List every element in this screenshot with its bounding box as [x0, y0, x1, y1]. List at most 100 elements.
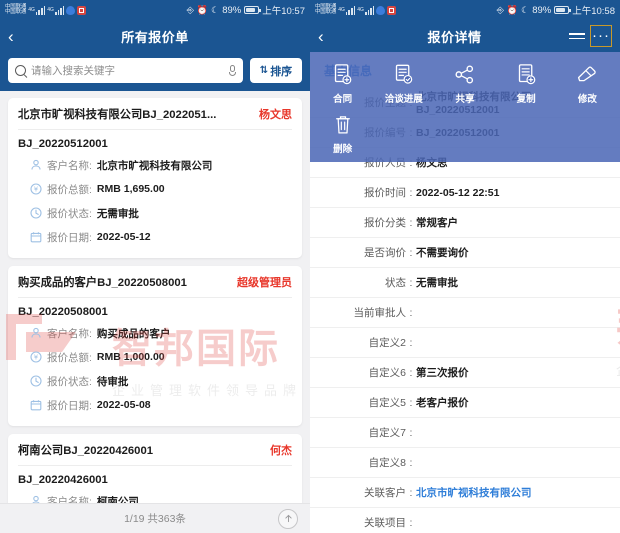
row-value: 不需要询价	[416, 247, 469, 259]
list-footer: 1/19 共363条	[0, 503, 310, 533]
row-value: 购买成品的客户	[96, 327, 171, 340]
row-label: 报价状态:	[47, 207, 92, 220]
row-label: 客户名称:	[47, 159, 92, 172]
app-badge-icon	[66, 5, 76, 15]
row-value: 2022-05-12	[96, 231, 151, 243]
row-value: RMB 1,695.00	[96, 183, 165, 195]
table-row: 状态 : 无需审批	[310, 268, 620, 298]
nav-actions: ···	[569, 25, 612, 47]
calendar-icon	[30, 231, 42, 243]
status-bar-right-group: ⎆ ⏰ ☾ 89% 上午10:58	[497, 3, 615, 18]
svg-text:¥: ¥	[34, 354, 38, 362]
row-colon: :	[409, 486, 413, 499]
trash-icon	[333, 112, 353, 138]
signal-icon-1	[345, 5, 356, 15]
row-label: 报价日期:	[47, 231, 92, 244]
table-row: 自定义2 :	[310, 328, 620, 358]
card-owner: 杨文思	[259, 109, 292, 121]
menu-item-contract[interactable]: 合同	[312, 58, 373, 108]
more-icon[interactable]: ···	[590, 25, 612, 47]
menu-item-share[interactable]: 共享	[434, 58, 495, 108]
notification-icon	[77, 5, 87, 15]
card-number: BJ_20220508001	[18, 306, 108, 318]
row-value-link[interactable]: 北京市旷视科技有限公司	[416, 485, 532, 500]
table-row: ¥ 报价总额: RMB 1,000.00	[18, 345, 292, 369]
menu-item-delete[interactable]: 删除	[312, 108, 373, 158]
page-title: 所有报价单	[121, 29, 189, 45]
row-label: 自定义7	[368, 427, 406, 439]
signal-icon-2	[54, 5, 65, 15]
row-label: 自定义8	[368, 457, 406, 469]
carrier-labels: 中国联通 中国联通	[315, 4, 336, 16]
menu-item-copy[interactable]: 复制	[496, 58, 557, 108]
table-row: 当前审批人 :	[310, 298, 620, 328]
quotation-list[interactable]: 智邦国际 企业管理软件领导品牌 北京市旷视科技有限公司BJ_2022051...…	[0, 91, 310, 522]
scroll-to-top-button[interactable]	[278, 508, 298, 529]
back-button[interactable]: ‹	[8, 28, 30, 45]
row-label: 报价总额:	[47, 183, 92, 196]
search-input[interactable]: 请输入搜索关键字	[8, 58, 243, 83]
card-header: 购买成品的客户BJ_20220508001 超级管理员	[18, 274, 292, 298]
menu-item-label: 复制	[516, 93, 536, 105]
edit-eraser-icon	[576, 62, 599, 88]
clock-icon	[30, 375, 42, 387]
status-bar-left: 中国联通 中国联通 4G 4G ⎆ ⏰ ☾ 89% 上午10:57	[0, 0, 310, 20]
row-label: 是否询价	[364, 247, 406, 259]
network-type-2: 4G	[357, 7, 364, 13]
right-phone-screen: 中国联通 中国联通 4G 4G ⎆ ⏰ ☾ 89% 上午10:58 ‹ 报价详情…	[310, 0, 620, 533]
battery-percent-label: 89%	[532, 4, 552, 16]
action-menu-overlay[interactable]: 合同 洽谈进展 共享 复制 修改 删除	[310, 52, 620, 162]
list-item[interactable]: 北京市旷视科技有限公司BJ_2022051... 杨文思 BJ_20220512…	[8, 98, 302, 258]
clock-icon	[30, 207, 42, 219]
row-colon: :	[409, 186, 413, 199]
do-not-disturb-icon: ☾	[211, 4, 220, 15]
row-label: 报价状态:	[47, 375, 92, 388]
menu-item-negotiation[interactable]: 洽谈进展	[373, 58, 434, 108]
status-bar-left-group: 中国联通 中国联通 4G 4G	[5, 4, 87, 16]
row-value: 2022-05-08	[96, 399, 151, 411]
user-icon	[30, 159, 42, 171]
menu-item-label: 合同	[333, 93, 353, 105]
carrier-line-2: 中国联通	[5, 9, 27, 15]
share-icon	[454, 62, 475, 88]
yuan-icon: ¥	[30, 351, 42, 363]
table-row: 报价状态: 待审批	[18, 369, 292, 393]
menu-item-edit[interactable]: 修改	[557, 58, 618, 108]
clock-label: 上午10:58	[572, 6, 615, 17]
microphone-icon[interactable]	[229, 65, 236, 76]
status-bar-right-group: ⎆ ⏰ ☾ 89% 上午10:57	[186, 3, 305, 18]
row-colon: :	[409, 246, 413, 259]
signal-icon-1	[35, 5, 46, 15]
list-item[interactable]: 购买成品的客户BJ_20220508001 超级管理员 BJ_202205080…	[8, 266, 302, 426]
row-colon: :	[409, 366, 413, 379]
back-button[interactable]: ‹	[318, 28, 340, 45]
network-type-2: 4G	[47, 7, 54, 13]
table-row: 客户名称: 购买成品的客户	[18, 321, 292, 345]
sort-button[interactable]: ⇅ 排序	[250, 58, 302, 83]
menu-item-label: 修改	[577, 93, 597, 105]
network-type-1: 4G	[28, 7, 35, 13]
nav-bar-right: ‹ 报价详情 ···	[310, 20, 620, 52]
row-value: RMB 1,000.00	[96, 351, 165, 363]
row-label: 自定义6	[368, 367, 406, 379]
row-label: 自定义2	[368, 337, 406, 349]
row-colon: :	[409, 396, 413, 409]
row-label: 报价分类	[364, 217, 406, 229]
row-label: 报价时间	[364, 187, 406, 199]
search-row: 请输入搜索关键字 ⇅ 排序	[0, 52, 310, 91]
status-bar-right: 中国联通 中国联通 4G 4G ⎆ ⏰ ☾ 89% 上午10:58	[310, 0, 620, 20]
table-row: 报价分类 : 常规客户	[310, 208, 620, 238]
nfc-icon: ⎆	[186, 4, 194, 15]
menu-item-label: 共享	[455, 93, 475, 105]
battery-icon	[244, 6, 261, 14]
table-row: 自定义7 :	[310, 418, 620, 448]
sort-button-label: 排序	[270, 65, 293, 78]
network-type-1: 4G	[338, 7, 345, 13]
table-row: 报价时间 : 2022-05-12 22:51	[310, 178, 620, 208]
hamburger-icon[interactable]	[569, 33, 585, 39]
table-row[interactable]: 关联客户 : 北京市旷视科技有限公司	[310, 478, 620, 508]
negotiation-icon	[393, 62, 414, 88]
table-row: 自定义5 : 老客户报价	[310, 388, 620, 418]
table-row: 自定义6 : 第三次报价	[310, 358, 620, 388]
card-title: 柯南公司BJ_20220426001	[18, 445, 154, 457]
